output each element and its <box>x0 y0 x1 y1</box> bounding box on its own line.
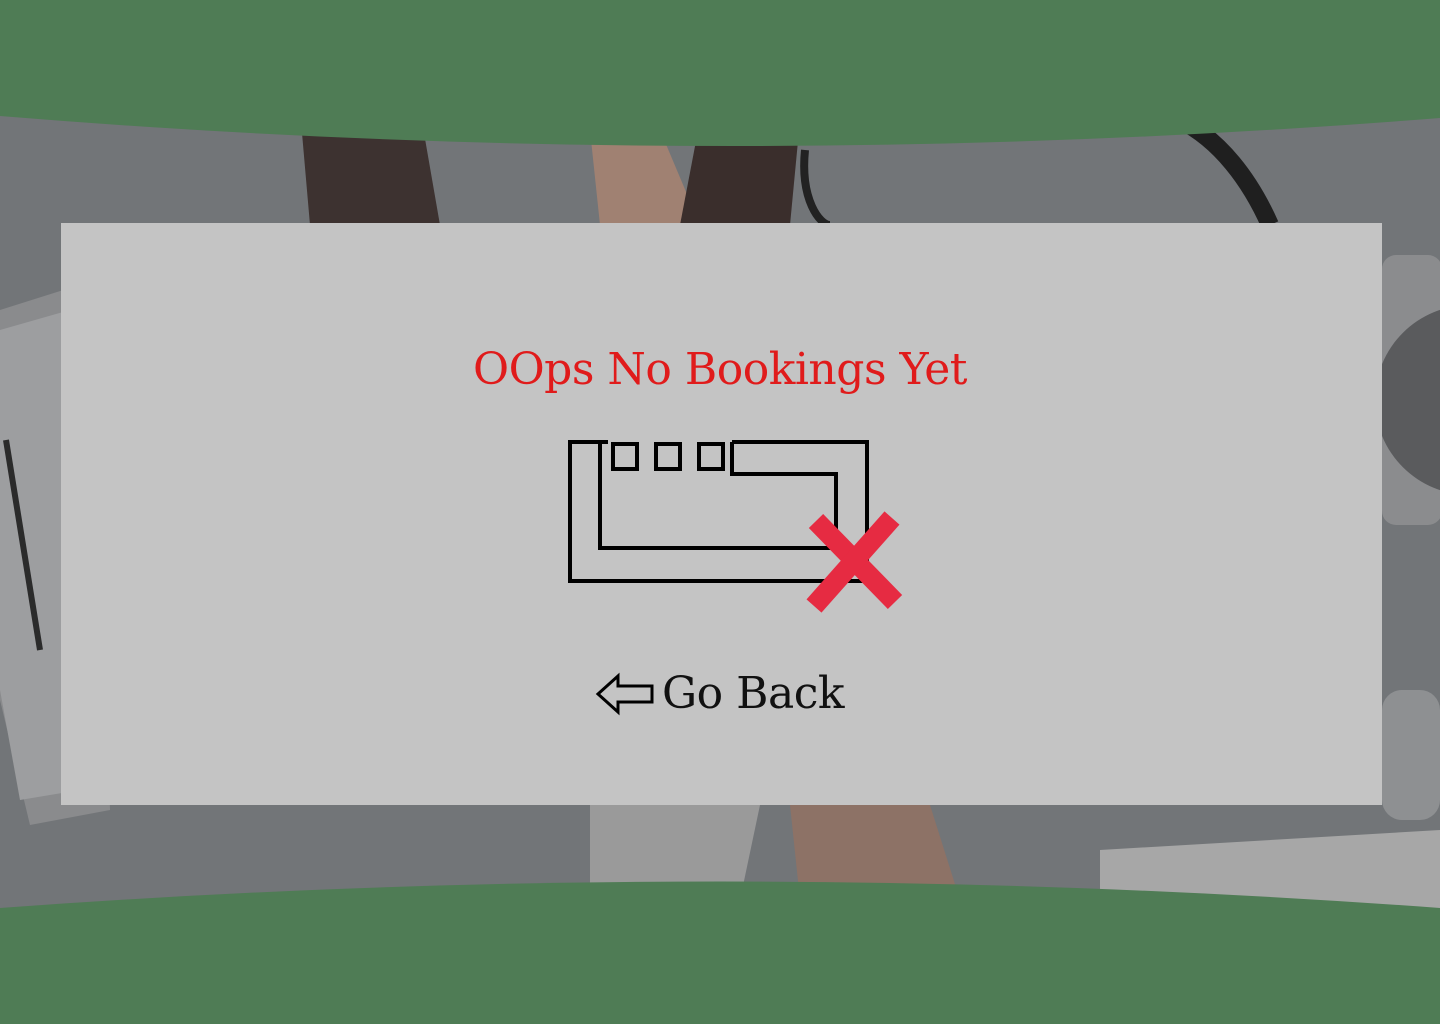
page-stage: OOps No Bookings Yet Go Back <box>0 0 1440 1024</box>
arrow-left-icon <box>595 672 654 716</box>
empty-calendar-icon <box>568 440 903 613</box>
go-back-button[interactable]: Go Back <box>594 664 845 724</box>
x-mark-icon <box>806 511 903 613</box>
go-back-label: Go Back <box>662 668 845 719</box>
empty-state-title: OOps No Bookings Yet <box>473 344 967 395</box>
